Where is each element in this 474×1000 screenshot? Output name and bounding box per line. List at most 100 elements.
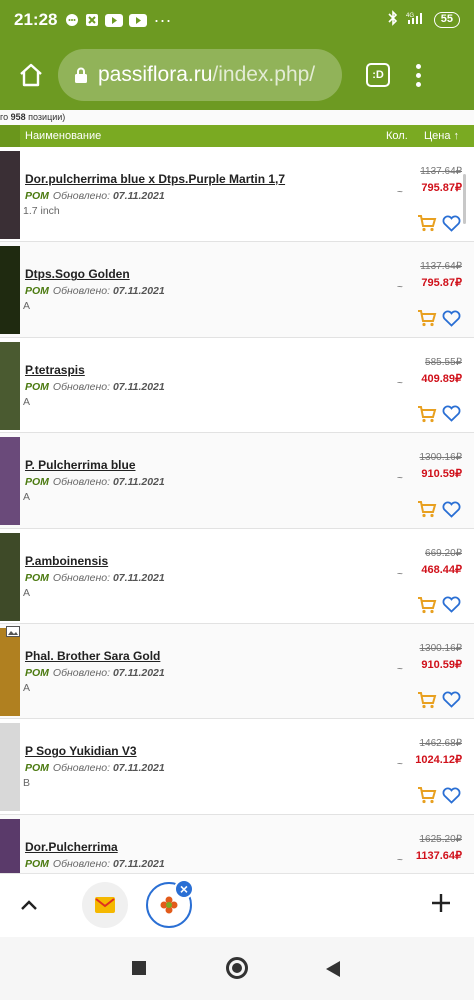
- vendor-label: POM: [25, 666, 49, 679]
- product-thumbnail[interactable]: [0, 437, 20, 526]
- product-name-link[interactable]: Dor.Pulcherrima: [25, 840, 118, 854]
- product-meta: POM Обновлено: 07.11.2021: [25, 762, 165, 774]
- page-scrollbar[interactable]: [463, 174, 466, 224]
- mail-icon: [95, 897, 115, 913]
- product-thumbnail[interactable]: [0, 532, 20, 621]
- vendor-label: POM: [25, 190, 49, 202]
- expand-tabs-button[interactable]: [18, 894, 40, 921]
- product-size: A: [23, 491, 31, 504]
- gallery-icon: [6, 624, 20, 637]
- sale-price: 910.59₽: [421, 658, 462, 671]
- cart-icon: [418, 501, 437, 518]
- product-thumbnail[interactable]: [0, 341, 20, 430]
- status-bar: 21:28 ··· 4G 55: [0, 0, 474, 40]
- column-price-sort[interactable]: Цена ↑: [424, 130, 459, 142]
- chevron-up-icon: [21, 900, 37, 910]
- add-to-favorites-button[interactable]: [440, 499, 462, 519]
- product-name-link[interactable]: P.amboinensis: [25, 554, 108, 568]
- chat-icon: [65, 13, 79, 27]
- back-button[interactable]: [326, 961, 340, 977]
- more-notifications-icon: ···: [153, 9, 172, 30]
- updated-date: 07.11.2021: [112, 857, 165, 870]
- updated-label: Обновлено:: [52, 666, 111, 679]
- recents-button[interactable]: [132, 961, 146, 975]
- vendor-label: POM: [25, 762, 49, 775]
- flower-icon: [160, 896, 178, 914]
- home-button[interactable]: [4, 48, 58, 102]
- system-nav-bar: [0, 937, 474, 1000]
- home-nav-button[interactable]: [226, 957, 248, 979]
- product-thumbnail[interactable]: [0, 627, 20, 716]
- product-qty: ~: [397, 377, 403, 389]
- product-meta: POM Обновлено: 07.11.2021: [25, 381, 165, 393]
- vendor-label: POM: [25, 285, 49, 298]
- add-to-cart-button[interactable]: [416, 690, 438, 710]
- sale-price: 1024.12₽: [415, 754, 462, 767]
- product-name-link[interactable]: Dor.pulcherrima blue x Dtps.Purple Marti…: [25, 172, 285, 186]
- heart-icon: [442, 787, 460, 804]
- updated-label: Обновлено:: [52, 380, 111, 393]
- total-suffix: позиции): [28, 112, 66, 122]
- product-qty: ~: [397, 282, 403, 294]
- battery-indicator: 55: [433, 12, 460, 28]
- product-name-link[interactable]: P. Pulcherrima blue: [25, 458, 136, 472]
- add-to-cart-button[interactable]: [416, 499, 438, 519]
- youtube-icon: [129, 13, 148, 27]
- add-to-cart-button[interactable]: [416, 213, 438, 233]
- old-price: 1300.16₽: [419, 452, 462, 464]
- product-name-link[interactable]: Phal. Brother Sara Gold: [25, 649, 160, 663]
- add-to-favorites-button[interactable]: [440, 595, 462, 615]
- updated-date: 07.11.2021: [112, 380, 165, 393]
- browser-menu-button[interactable]: [416, 63, 421, 87]
- product-thumbnail[interactable]: [0, 723, 20, 812]
- tabs-button[interactable]: :D: [366, 63, 390, 87]
- url-host: passiflora.ru: [98, 63, 213, 86]
- address-bar[interactable]: passiflora.ru/index.php/: [58, 49, 342, 101]
- product-row: P Sogo Yukidian V3 POM Обновлено: 07.11.2…: [0, 719, 474, 815]
- add-to-cart-button[interactable]: [416, 595, 438, 615]
- add-to-favorites-button[interactable]: [440, 213, 462, 233]
- heart-icon: [442, 405, 460, 423]
- new-tab-button[interactable]: [430, 892, 452, 919]
- close-tab-button[interactable]: ×: [174, 879, 194, 899]
- add-to-cart-button[interactable]: [416, 404, 438, 424]
- tab-mail[interactable]: [82, 882, 128, 928]
- vendor-label: POM: [25, 380, 49, 393]
- add-to-cart-button[interactable]: [416, 308, 438, 328]
- app-icon: [85, 13, 99, 27]
- add-to-cart-button[interactable]: [416, 785, 438, 805]
- updated-date: 07.11.2021: [112, 762, 165, 775]
- product-meta: POM Обновлено: 07.11.2021: [25, 285, 165, 297]
- column-name[interactable]: Наименование: [25, 130, 101, 142]
- product-meta: POM Обновлено: 07.11.2021: [25, 667, 165, 679]
- total-count-line: го 958 позиции): [0, 110, 474, 125]
- product-row: Dtps.Sogo Golden POM Обновлено: 07.11.202…: [0, 242, 474, 338]
- product-thumbnail[interactable]: [0, 246, 20, 335]
- cart-icon: [418, 691, 437, 709]
- product-name-link[interactable]: P Sogo Yukidian V3: [25, 744, 137, 758]
- old-price: 1137.64₽: [420, 166, 462, 177]
- heart-icon: [442, 501, 460, 518]
- add-to-favorites-button[interactable]: [440, 690, 462, 710]
- product-qty: ~: [397, 568, 403, 580]
- product-qty: ~: [397, 473, 403, 485]
- total-count: 958: [10, 112, 26, 122]
- product-size: A: [23, 300, 31, 313]
- add-to-favorites-button[interactable]: [440, 785, 462, 805]
- cart-icon: [418, 215, 437, 232]
- product-thumbnail[interactable]: [0, 818, 20, 873]
- heart-icon: [442, 692, 460, 709]
- updated-date: 07.11.2021: [112, 190, 165, 202]
- bluetooth-icon: [388, 9, 398, 31]
- product-name-link[interactable]: Dtps.Sogo Golden: [25, 267, 130, 281]
- product-thumbnail[interactable]: [0, 151, 20, 239]
- add-to-favorites-button[interactable]: [440, 404, 462, 424]
- add-to-favorites-button[interactable]: [440, 308, 462, 328]
- product-row: P.tetraspis POM Обновлено: 07.11.2021 A ~…: [0, 337, 474, 434]
- signal-icon: 4G: [406, 11, 426, 30]
- table-header: Наименование Кол. Цена ↑: [0, 125, 474, 147]
- product-qty: ~: [397, 187, 403, 198]
- product-name-link[interactable]: P.tetraspis: [25, 363, 85, 377]
- sale-price: 468.44₽: [421, 563, 462, 576]
- column-qty[interactable]: Кол.: [386, 130, 408, 142]
